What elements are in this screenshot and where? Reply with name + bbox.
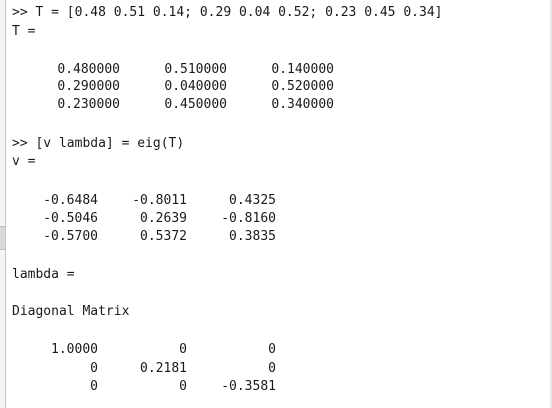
v-cell: -0.5046 [43,211,98,226]
v-output-label: v = [12,154,36,169]
v-cell: -0.5700 [43,229,98,244]
v-cell: 0.2639 [140,211,187,226]
lambda-cell: 0 [90,361,98,376]
left-panel-edge [0,0,6,408]
lambda-cell: 0 [268,342,276,357]
command-line-1: >> T = [0.48 0.51 0.14; 0.29 0.04 0.52; … [12,5,443,20]
t-cell: 0.520000 [271,79,334,94]
v-cell: 0.5372 [140,229,187,244]
v-cell: -0.6484 [43,193,98,208]
lambda-cell: 0 [268,361,276,376]
v-cell: -0.8160 [221,211,276,226]
splitter-handle[interactable] [0,226,5,250]
lambda-cell: 0 [179,342,187,357]
lambda-cell: -0.3581 [221,379,276,394]
command-line-2: >> [v lambda] = eig(T) [12,136,185,151]
v-cell: 0.4325 [229,193,276,208]
diagonal-matrix-label: Diagonal Matrix [12,304,130,319]
v-cell: 0.3835 [229,229,276,244]
t-cell: 0.480000 [57,62,120,77]
t-output-label: T = [12,24,36,39]
v-cell: -0.8011 [132,193,187,208]
t-cell: 0.040000 [164,79,227,94]
lambda-cell: 1.0000 [51,342,98,357]
lambda-cell: 0.2181 [140,361,187,376]
lambda-output-label: lambda = [12,267,75,282]
lambda-cell: 0 [90,379,98,394]
t-cell: 0.450000 [164,97,227,112]
t-cell: 0.140000 [271,62,334,77]
t-cell: 0.340000 [271,97,334,112]
t-cell: 0.230000 [57,97,120,112]
lambda-cell: 0 [179,379,187,394]
t-cell: 0.290000 [57,79,120,94]
t-cell: 0.510000 [164,62,227,77]
command-window[interactable]: >> T = [0.48 0.51 0.14; 0.29 0.04 0.52; … [0,0,552,408]
